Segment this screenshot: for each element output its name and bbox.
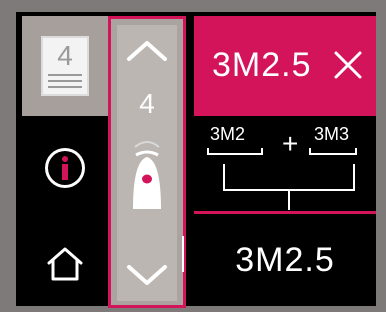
drum-scroll-indicator [182,236,184,272]
chevron-up-icon [127,41,167,61]
home-icon [47,247,83,281]
sidebar: 4 [22,16,108,308]
bezel-right [376,0,386,312]
info-icon [45,148,85,188]
chevron-down-icon [127,265,167,285]
page-button[interactable]: 4 [22,16,108,116]
combination-bracket [207,148,357,210]
drum-track: 4 [117,25,177,301]
close-icon[interactable] [332,49,364,81]
page-number: 4 [57,40,73,71]
page-icon: 4 [41,36,89,96]
result-label: 3M2.5 [235,240,335,279]
selection-bar: 3M2.5 [194,16,376,116]
drum-value: 4 [139,88,155,119]
selection-label: 3M2.5 [212,46,312,84]
home-button[interactable] [22,220,108,308]
drum-down-button[interactable] [117,263,177,297]
value-drum[interactable]: 4 [108,16,186,308]
combination-diagram: 3M2 + 3M3 [194,116,376,212]
result-panel: 3M2.5 [194,214,376,306]
info-button[interactable] [22,116,108,220]
page-line [48,86,82,88]
drum-up-button[interactable] [117,39,177,79]
page-line [48,74,82,76]
bullet-icon [133,141,161,209]
bezel-left [0,0,16,312]
page-line [48,80,82,82]
app-screen: 4 4 3M2.5 3M2 + 3M3 3M2.5 [0,0,386,312]
bezel-top [0,0,386,12]
